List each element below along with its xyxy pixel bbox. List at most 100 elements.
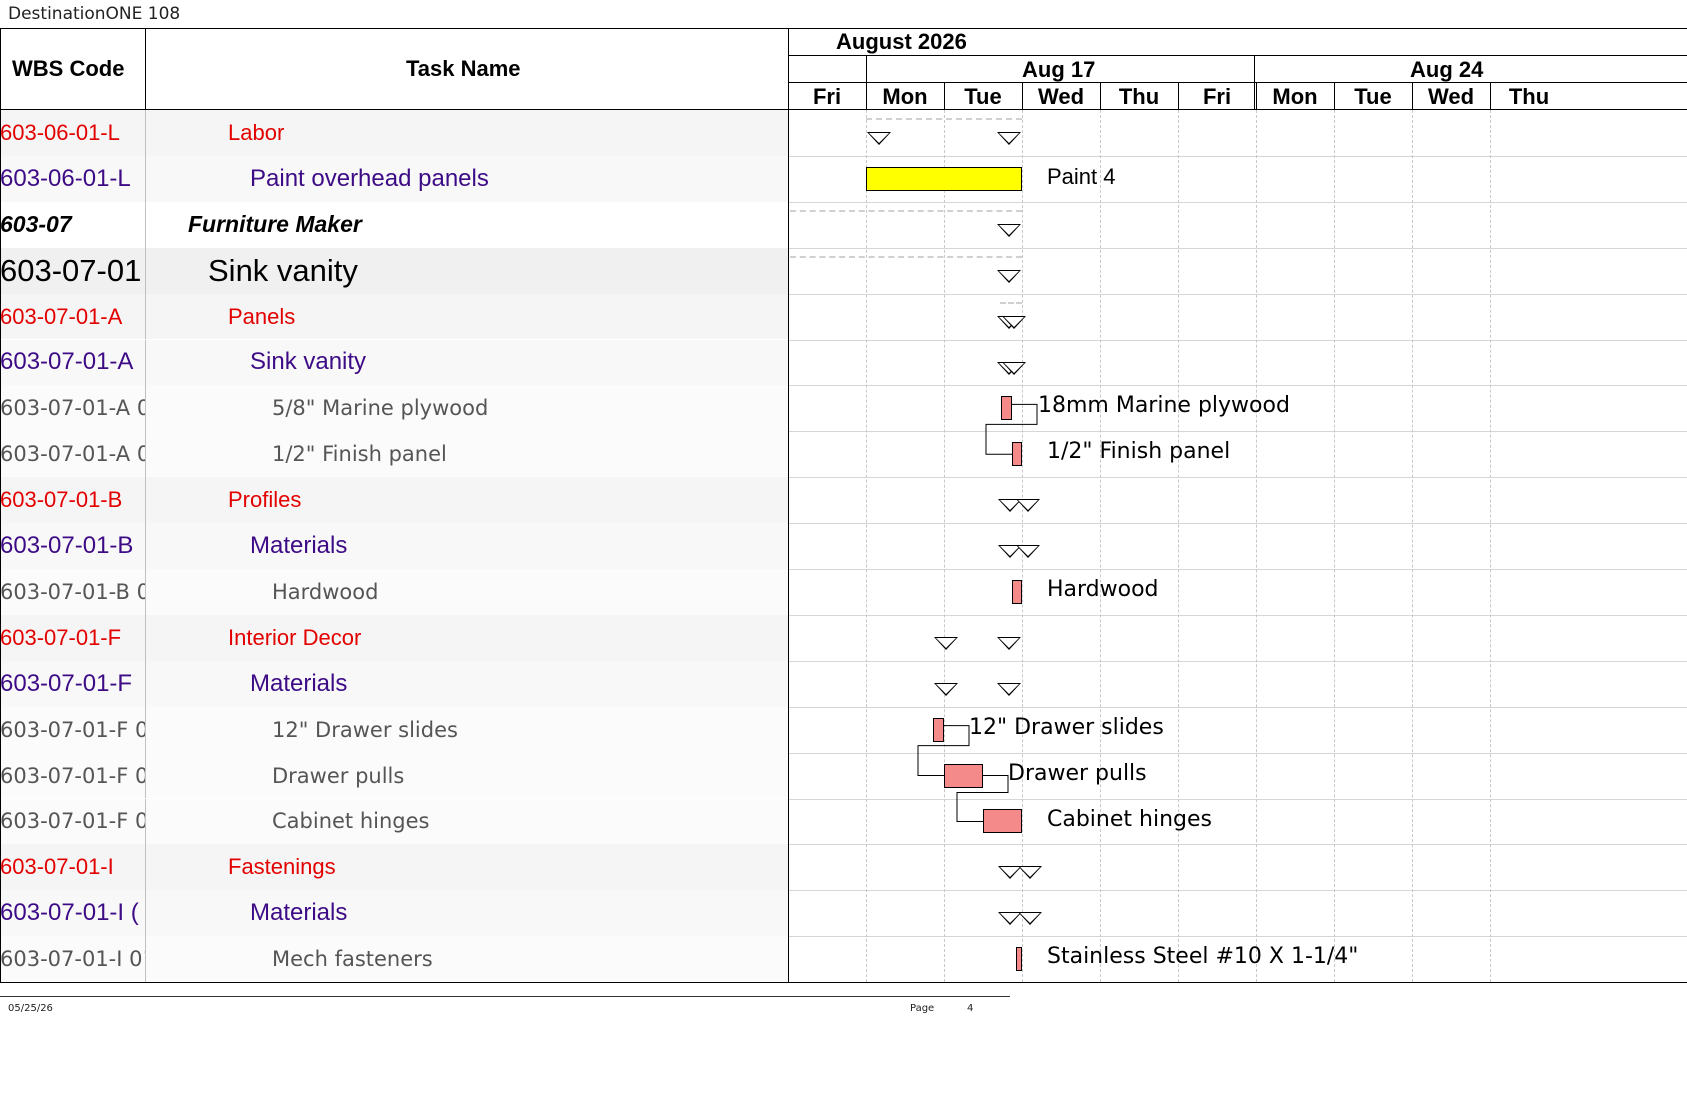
summary-start-triangle-fill	[936, 683, 956, 694]
day-header: Thu	[1118, 84, 1160, 109]
wbs-code-cell: 603-06-01-L	[0, 119, 120, 145]
bar-label-fasteners: Stainless Steel #10 X 1-1/4"	[1047, 944, 1359, 970]
task-name-cell: 12" Drawer slides	[272, 717, 458, 742]
column-divider	[145, 523, 146, 569]
task-bar-cabinet-hinges[interactable]	[983, 809, 1022, 834]
footer-line	[0, 996, 1010, 997]
summary-span	[790, 209, 1022, 212]
column-divider	[145, 569, 146, 615]
column-divider	[145, 890, 146, 937]
day-gridline	[1178, 110, 1179, 982]
column-divider	[145, 339, 146, 386]
day-gridline	[944, 110, 945, 982]
task-bar-hardwood[interactable]	[1012, 579, 1022, 604]
task-bar-drawer-slides[interactable]	[933, 717, 944, 742]
task-name-cell: Drawer pulls	[272, 763, 405, 788]
bar-label-plywood: 18mm Marine plywood	[1038, 393, 1290, 419]
day-gridline	[1334, 110, 1335, 982]
wbs-code-cell: 603-07-01-I	[0, 854, 114, 880]
column-divider	[145, 706, 146, 753]
column-divider	[145, 431, 146, 478]
summary-span	[1000, 301, 1022, 304]
bar-label-drawer-slides: 12" Drawer slides	[969, 714, 1164, 740]
day-header: Fri	[812, 84, 842, 109]
task-name-cell: Materials	[250, 899, 348, 927]
day-header: Wed	[1037, 84, 1085, 109]
column-divider	[145, 477, 146, 524]
task-name-cell: Labor	[228, 119, 285, 145]
bar-label-finish-panel: 1/2" Finish panel	[1047, 439, 1231, 465]
column-divider	[145, 110, 146, 156]
day-gridline	[1490, 110, 1491, 982]
wbs-code-cell: 603-07-01-B	[0, 532, 134, 560]
week-header-aug17: Aug 17	[1022, 57, 1096, 82]
day-divider	[1490, 82, 1491, 110]
day-divider	[1334, 82, 1335, 110]
summary-end-triangle-fill	[999, 270, 1019, 281]
column-divider	[145, 660, 146, 707]
wbs-code-cell: 603-07-01-B 0	[0, 579, 145, 604]
summary-start-triangle-fill	[1000, 913, 1020, 924]
month-week-divider	[788, 55, 1687, 56]
left-border	[0, 28, 1, 983]
column-divider	[145, 752, 146, 799]
column-divider	[145, 201, 146, 248]
column-divider	[145, 614, 146, 661]
task-name-cell: Fastenings	[228, 854, 336, 880]
summary-span	[866, 118, 1022, 120]
day-divider	[1022, 82, 1023, 110]
summary-end-triangle-fill	[999, 683, 1019, 694]
task-name-cell: Interior Decor	[228, 624, 362, 650]
task-bar-plywood[interactable]	[1001, 396, 1012, 421]
column-divider	[145, 247, 146, 294]
day-gridline	[1100, 110, 1101, 982]
summary-start-triangle-fill	[1000, 867, 1020, 878]
wbs-task-divider	[145, 28, 146, 110]
day-header: Mon	[882, 84, 928, 109]
task-bar-fasteners[interactable]	[1016, 947, 1022, 972]
task-name-cell: 1/2" Finish panel	[272, 442, 447, 467]
summary-end-triangle-fill	[1004, 316, 1024, 327]
wbs-column-header[interactable]: WBS Code	[12, 56, 124, 82]
day-divider	[1256, 82, 1257, 110]
gantt-frame: WBS Code Task Name August 2026 Aug 17 Au…	[0, 28, 1687, 984]
footer-page-label: Page	[910, 1003, 935, 1014]
task-name-cell: Sink vanity	[250, 348, 367, 376]
column-divider	[145, 844, 146, 891]
wbs-code-cell: 603-07-01-F	[0, 624, 122, 650]
task-bar-finish-panel[interactable]	[1012, 442, 1022, 467]
task-name-cell: Mech fasteners	[272, 947, 433, 972]
bar-label-cabinet-hinges: Cabinet hinges	[1047, 806, 1212, 832]
page-title: DestinationONE 108	[8, 4, 181, 24]
wbs-code-cell: 603-07-01-F 0	[0, 717, 145, 742]
wbs-code-cell: 603-06-01-L	[0, 164, 131, 192]
task-column-header[interactable]: Task Name	[406, 56, 521, 82]
month-header: August 2026	[836, 29, 967, 54]
column-divider	[145, 293, 146, 340]
day-divider	[944, 82, 945, 110]
wbs-code-cell: 603-07-01	[0, 252, 142, 288]
summary-end-triangle-fill	[999, 133, 1019, 143]
column-divider	[145, 155, 146, 202]
day-gridline	[1256, 110, 1257, 982]
header-top-border	[0, 28, 1687, 29]
wbs-code-cell: 603-07-01-A	[0, 348, 134, 376]
summary-start-triangle-fill	[869, 133, 889, 143]
day-header: Tue	[1354, 84, 1392, 109]
bar-label-drawer-pulls: Drawer pulls	[1008, 760, 1147, 786]
task-bar-paint[interactable]	[866, 166, 1022, 191]
wbs-code-cell: 603-07-01-A 0	[0, 442, 145, 467]
table-timeline-divider	[788, 28, 789, 983]
wbs-code-cell: 603-07-01-I (	[0, 899, 139, 927]
summary-start-triangle-fill	[936, 637, 956, 648]
wbs-code-cell: 603-07-01-F	[0, 669, 133, 697]
day-header: Fri	[1202, 84, 1232, 109]
column-divider	[145, 936, 146, 983]
task-name-cell: Cabinet hinges	[272, 809, 430, 834]
task-bar-drawer-pulls[interactable]	[944, 763, 983, 788]
footer-page-number: 4	[967, 1003, 974, 1014]
wbs-code-cell: 603-07-01-I 01	[0, 947, 145, 972]
day-divider	[866, 82, 867, 110]
task-name-cell: Sink vanity	[208, 252, 358, 288]
day-header: Tue	[964, 84, 1002, 109]
